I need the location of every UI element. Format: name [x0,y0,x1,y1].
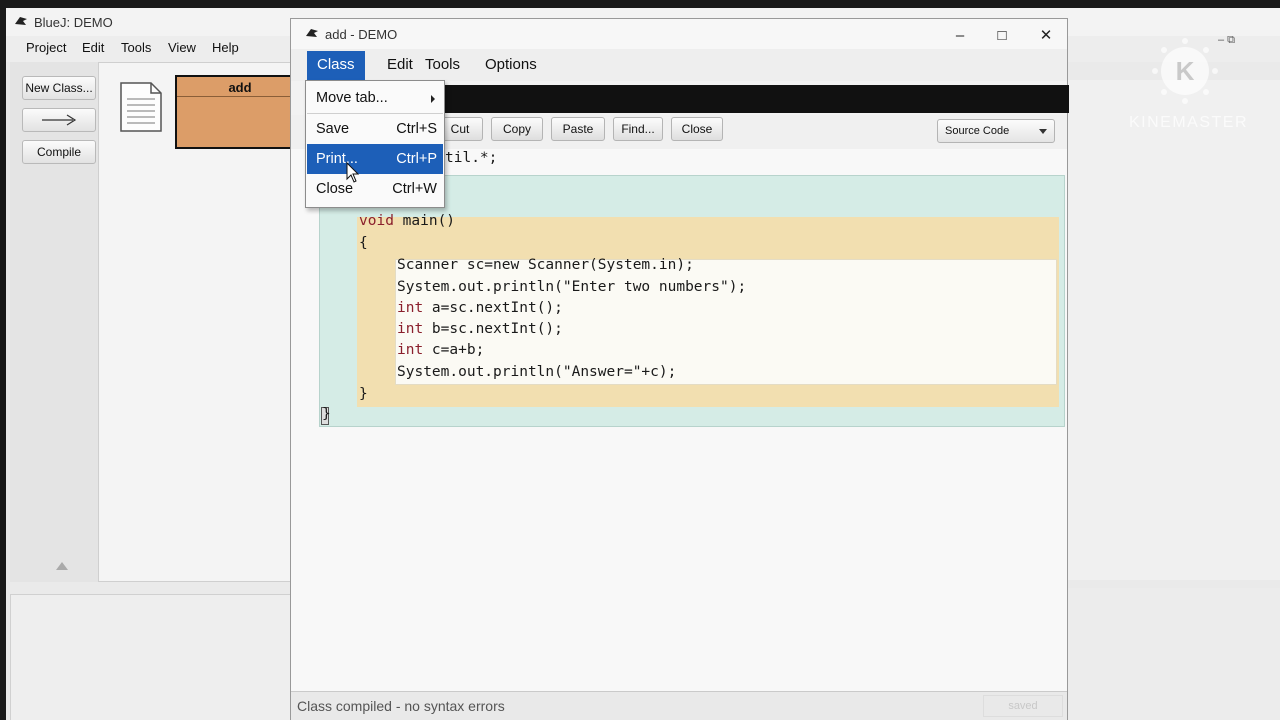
scroll-up-icon[interactable] [56,562,68,570]
code-line: System.out.println("Answer="+c); [397,364,677,380]
chevron-down-icon [1039,129,1047,134]
code-open-brace: { [359,235,368,251]
background-window-area [1064,80,1280,580]
menu-view[interactable]: View [168,40,196,55]
code-close-method-brace: } [359,386,368,402]
code-line: Scanner sc=new Scanner(System.in); [397,257,694,273]
class-diagram-canvas[interactable]: add [98,62,305,582]
menu-class[interactable]: Class [307,51,365,81]
menu-item-move-tab[interactable]: Move tab... [307,83,443,113]
code-method-name: main() [393,213,456,229]
menu-help[interactable]: Help [212,40,239,55]
menu-tools[interactable]: Tools [121,40,151,55]
menu-tools[interactable]: Tools [415,51,470,81]
menu-item-close[interactable]: Close Ctrl+W [307,174,443,204]
view-mode-value: Source Code [945,125,1010,137]
code-line: System.out.println("Enter two numbers"); [397,279,747,295]
copy-button[interactable]: Copy [491,117,543,141]
saved-indicator: saved [983,695,1063,717]
code-keyword: void [359,213,394,229]
uses-arrow-button[interactable] [22,108,96,132]
bluej-bird-icon [306,29,318,37]
main-window-controls[interactable]: – ⧉ [1218,34,1235,47]
menu-item-label: Save [316,121,350,137]
status-bar: Class compiled - no syntax errors saved [291,691,1067,720]
watermark-logo-letter: K [1176,56,1195,86]
class-menu-dropdown: Move tab... Save Ctrl+S Print... Ctrl+P … [305,80,445,208]
readme-document-icon[interactable] [119,81,163,133]
maximize-button[interactable]: □ [987,25,1017,47]
code-close-class-brace: } [322,406,331,422]
bluej-bird-icon [15,17,27,25]
class-box-name: add [177,77,303,97]
editor-window-title: add - DEMO [325,27,398,42]
kinemaster-logo-icon: K [1152,38,1218,104]
code-line: int b=sc.nextInt(); [397,321,563,337]
code-keyword: int [397,342,424,358]
class-box-add[interactable]: add [175,75,305,149]
main-window-title: BlueJ: DEMO [34,15,113,30]
menu-edit[interactable]: Edit [82,40,104,55]
new-class-button[interactable]: New Class... [22,76,96,100]
paste-button[interactable]: Paste [551,117,605,141]
object-bench [10,594,298,720]
find-button[interactable]: Find... [613,117,663,141]
compile-button[interactable]: Compile [22,140,96,164]
menu-options[interactable]: Options [475,51,547,81]
background-window-bottom [1064,588,1280,720]
view-mode-select[interactable]: Source Code [937,119,1055,143]
arrow-right-icon [42,114,77,126]
menu-item-shortcut: Ctrl+P [396,151,437,167]
menu-item-shortcut: Ctrl+W [392,181,437,197]
menu-item-save[interactable]: Save Ctrl+S [307,114,443,144]
status-message: Class compiled - no syntax errors [297,698,505,714]
code-keyword: int [397,321,424,337]
code-line: int c=a+b; [397,342,485,358]
code-editor[interactable]: til.*; void main() { Scanner sc=new Scan… [291,149,1067,691]
tool-panel: New Class... Compile [10,62,100,582]
code-line: int a=sc.nextInt(); [397,300,563,316]
minimize-button[interactable]: – [945,25,975,47]
mouse-pointer-icon [346,162,360,183]
watermark-text: KINEMASTER [1129,114,1249,131]
code-keyword: int [397,300,424,316]
code-method-signature: void main() [359,213,455,229]
menu-item-shortcut: Ctrl+S [396,121,437,137]
menu-project[interactable]: Project [26,40,66,55]
close-button[interactable]: Close [671,117,723,141]
menu-item-print[interactable]: Print... Ctrl+P [307,144,443,174]
code-import-line: til.*; [445,150,498,166]
editor-menubar: Class Edit Tools Options [291,49,1067,81]
menu-item-label: Move tab... [316,90,388,106]
close-window-button[interactable]: ✕ [1031,25,1061,47]
submenu-arrow-icon [431,95,435,103]
